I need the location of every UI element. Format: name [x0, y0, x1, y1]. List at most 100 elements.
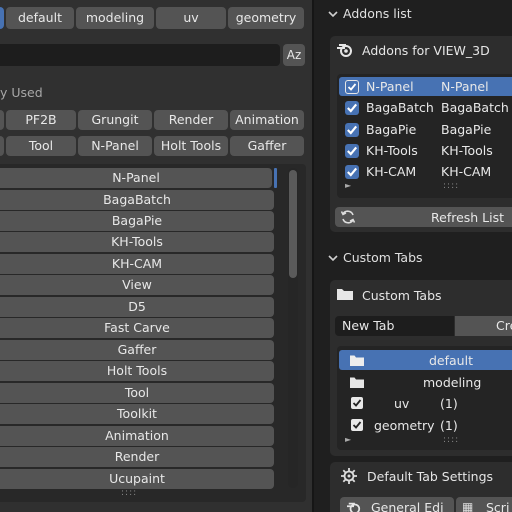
new-tab-input-value: New Tab — [342, 318, 395, 333]
addon-row[interactable]: N-Panel N-Panel — [339, 77, 512, 96]
addon-tab: N-Panel — [441, 79, 489, 94]
tab-row-name: modeling — [423, 375, 482, 390]
refresh-icon — [340, 210, 356, 224]
script-tab[interactable]: ▦ Scri — [456, 497, 512, 512]
addon-row[interactable]: KH-Tools KH-Tools — [339, 141, 512, 160]
addon-name: KH-Tools — [366, 143, 418, 158]
list-item[interactable]: Gaffer — [0, 340, 274, 360]
script-icon: ▦ — [462, 500, 474, 512]
tab-row-name: default — [429, 353, 473, 368]
row2-stub[interactable] — [0, 136, 4, 156]
tab-holt-tools[interactable]: Holt Tools — [154, 136, 228, 156]
resize-grip-icon[interactable]: :::: — [443, 435, 459, 445]
addons-for-label: Addons for VIEW_3D — [362, 43, 490, 58]
folder-icon — [337, 289, 353, 300]
addon-name: BagaPie — [366, 122, 417, 137]
refresh-list-label: Refresh List — [431, 210, 505, 225]
checkbox-checked-icon[interactable] — [345, 80, 359, 94]
tab-pf2b[interactable]: PF2B — [6, 110, 76, 130]
create-tab-label: Cre — [496, 318, 512, 333]
expand-arrow-icon[interactable]: ► — [345, 181, 351, 190]
checkbox-checked-icon[interactable] — [345, 144, 359, 158]
addon-tab: KH-CAM — [441, 164, 492, 179]
checkbox-checked-icon[interactable] — [351, 419, 363, 431]
tab-row[interactable]: uv (1) — [339, 393, 512, 413]
list-item[interactable]: KH-CAM — [0, 254, 274, 274]
tab-modeling[interactable]: modeling — [76, 7, 154, 29]
list-item[interactable]: Ucupaint — [0, 469, 274, 489]
tab-grungit[interactable]: Grungit — [78, 110, 152, 130]
addon-name: N-Panel — [366, 79, 414, 94]
expand-arrow-icon[interactable]: ► — [345, 435, 351, 444]
default-tab-settings-label[interactable]: Default Tab Settings — [367, 469, 493, 484]
list-item[interactable]: KH-Tools — [0, 232, 274, 252]
addon-row[interactable]: BagaBatch BagaBatch — [339, 98, 512, 117]
list-item[interactable]: N-Panel — [0, 168, 272, 188]
blender-icon — [337, 44, 352, 57]
addon-name: BagaBatch — [366, 100, 434, 115]
custom-tabs-title: Custom Tabs — [343, 250, 423, 265]
tab-row-name: geometry — [374, 418, 435, 433]
list-item[interactable]: Tool — [0, 383, 274, 403]
tab-gaffer[interactable]: Gaffer — [230, 136, 304, 156]
general-edit-tab[interactable]: General Edi — [340, 497, 454, 512]
tab-n-panel[interactable]: N-Panel — [78, 136, 152, 156]
list-item-selected-marker — [274, 168, 277, 188]
list-item[interactable]: BagaBatch — [0, 190, 274, 210]
tab-geometry[interactable]: geometry — [228, 7, 304, 29]
list-item[interactable]: BagaPie — [0, 211, 274, 231]
general-edit-label: General Edi — [371, 500, 444, 512]
tab-row[interactable]: geometry (1) — [339, 415, 512, 435]
custom-tabs-label: Custom Tabs — [362, 288, 442, 303]
row1-stub[interactable] — [0, 110, 4, 130]
tab-default[interactable]: default — [6, 7, 74, 29]
tab-animation[interactable]: Animation — [230, 110, 304, 130]
addon-row[interactable]: BagaPie BagaPie — [339, 120, 512, 139]
list-item[interactable]: View — [0, 275, 274, 295]
checkbox-checked-icon[interactable] — [351, 397, 363, 409]
addon-tab: KH-Tools — [441, 143, 493, 158]
chevron-down-icon — [328, 11, 338, 18]
filter-field[interactable] — [0, 44, 280, 66]
list-item[interactable]: D5 — [0, 297, 274, 317]
tab-row-count: (1) — [440, 396, 458, 411]
addon-tab: BagaPie — [441, 122, 492, 137]
list-item[interactable]: Toolkit — [0, 404, 274, 424]
checkbox-checked-icon[interactable] — [345, 123, 359, 137]
chevron-down-icon — [328, 255, 338, 262]
new-tab-input[interactable]: New Tab — [335, 316, 454, 336]
tab-render[interactable]: Render — [154, 110, 228, 130]
tab-uv[interactable]: uv — [156, 7, 226, 29]
resize-grip-icon[interactable]: :::: — [443, 181, 459, 191]
checkbox-checked-icon[interactable] — [345, 165, 359, 179]
list-item[interactable]: Render — [0, 447, 274, 467]
addons-list-header[interactable]: Addons list — [322, 2, 512, 26]
tab-row[interactable]: modeling — [339, 372, 512, 392]
addon-tab: BagaBatch — [441, 100, 509, 115]
list-item[interactable]: Animation — [0, 426, 274, 446]
sort-alpha-button[interactable]: Az — [283, 44, 305, 66]
checkbox-checked-icon[interactable] — [345, 101, 359, 115]
addon-name: KH-CAM — [366, 164, 417, 179]
addons-list-title: Addons list — [343, 6, 412, 21]
recently-used-label: y Used — [0, 85, 43, 100]
folder-icon — [350, 355, 364, 366]
list-scrollbar-thumb[interactable] — [289, 170, 297, 278]
tab-row-name: uv — [394, 396, 410, 411]
tab-row-count: (1) — [440, 418, 458, 433]
create-tab-button[interactable]: Cre — [455, 316, 512, 336]
script-label: Scri — [486, 500, 510, 512]
resize-grip-icon[interactable]: :::: — [121, 488, 137, 498]
tab-row[interactable]: default — [339, 350, 512, 370]
tab-tool[interactable]: Tool — [6, 136, 76, 156]
tab-active-stub[interactable] — [0, 7, 4, 29]
blender-icon — [347, 502, 361, 512]
folder-icon — [350, 377, 364, 388]
custom-tabs-header[interactable]: Custom Tabs — [322, 246, 512, 270]
top-tab-bar: default modeling uv geometry — [0, 5, 312, 29]
refresh-list-button[interactable]: Refresh List — [335, 207, 512, 227]
gear-icon — [341, 468, 357, 484]
addon-row[interactable]: KH-CAM KH-CAM — [339, 162, 512, 181]
list-item[interactable]: Holt Tools — [0, 361, 274, 381]
list-item[interactable]: Fast Carve — [0, 318, 274, 338]
